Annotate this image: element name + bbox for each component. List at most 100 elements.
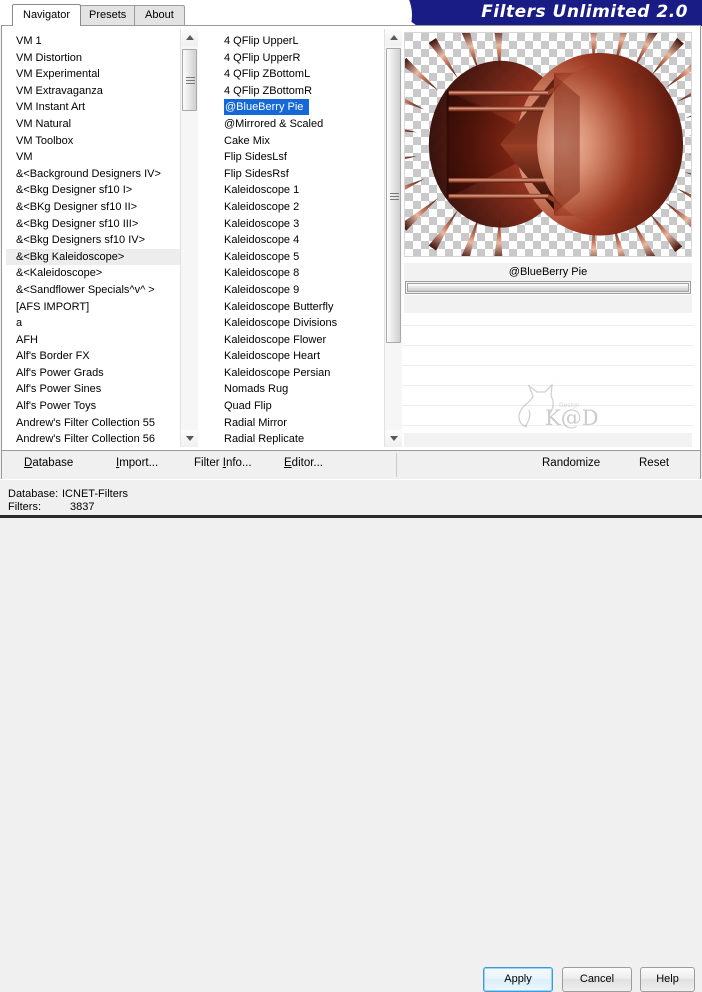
list-item[interactable]: Kaleidoscope Flower <box>214 332 384 349</box>
scroll-up-icon[interactable] <box>181 29 198 46</box>
command-bar-separator <box>396 453 397 477</box>
list-item[interactable]: Alf's Border FX <box>6 348 180 365</box>
app-title: Filters Unlimited 2.0 <box>481 2 688 22</box>
scroll-down-icon[interactable] <box>181 430 198 447</box>
preview-band <box>404 295 692 313</box>
tab-navigator[interactable]: Navigator <box>12 4 82 26</box>
preview-caption: @BlueBerry Pie <box>404 263 692 281</box>
list-item[interactable]: VM Natural <box>6 116 180 133</box>
database-command[interactable]: Database <box>24 457 73 469</box>
list-item[interactable]: Kaleidoscope 4 <box>214 232 384 249</box>
effect-list-scrollbar[interactable] <box>384 29 402 447</box>
filter-effect-list-items[interactable]: 4 QFlip UpperL 4 QFlip UpperR 4 QFlip ZBot… <box>214 29 384 447</box>
list-item[interactable]: Andrew's Filter Collection 55 <box>6 415 180 432</box>
watermark-subtext: Design <box>559 402 580 409</box>
command-bar: Database Import... Filter Info... Editor… <box>1 451 701 479</box>
preview-column: @BlueBerry Pie K@D Design <box>402 29 694 447</box>
list-item[interactable]: 4 QFlip UpperR <box>214 50 384 67</box>
divider <box>402 345 694 346</box>
list-item[interactable]: a <box>6 315 180 332</box>
list-item[interactable]: Kaleidoscope 3 <box>214 216 384 233</box>
randomize-command[interactable]: Randomize <box>542 457 600 469</box>
filter-preview-image[interactable] <box>404 32 692 257</box>
list-item[interactable]: Kaleidoscope 5 <box>214 249 384 266</box>
list-item[interactable]: Kaleidoscope 1 <box>214 182 384 199</box>
list-item[interactable]: &<BKg Designer sf10 II> <box>6 199 180 216</box>
list-item[interactable]: &<Bkg Designer sf10 III> <box>6 216 180 233</box>
list-item[interactable]: Kaleidoscope 8 <box>214 265 384 282</box>
list-item[interactable]: 4 QFlip ZBottomR <box>214 83 384 100</box>
divider <box>402 325 694 326</box>
list-item[interactable]: &<Background Designers IV> <box>6 166 180 183</box>
category-list-scrollbar[interactable] <box>180 29 198 447</box>
status-bar: Database: ICNET-Filters Filters: 3837 Ap… <box>0 479 702 992</box>
list-item[interactable]: VM Distortion <box>6 50 180 67</box>
apply-button[interactable]: Apply <box>483 967 553 992</box>
filter-category-list-items[interactable]: VM 1 VM Distortion VM Experimental VM Extra… <box>6 29 180 447</box>
list-item[interactable]: Radial Replicate <box>214 431 384 447</box>
list-item[interactable]: Alf's Power Toys <box>6 398 180 415</box>
list-item[interactable]: @BlueBerry Pie <box>214 99 384 116</box>
list-item[interactable]: &<Bkg Designer sf10 I> <box>6 182 180 199</box>
list-item[interactable]: VM <box>6 149 180 166</box>
kad-watermark-logo: K@D Design <box>518 383 599 430</box>
client-area: VM 1 VM Distortion VM Experimental VM Extra… <box>1 25 701 451</box>
effect-scroll-thumb[interactable] <box>386 48 401 343</box>
list-item[interactable]: Andrew's Filter Collection 56 <box>6 431 180 447</box>
list-item[interactable]: &<Bkg Kaleidoscope> <box>6 248 180 266</box>
list-item[interactable]: Kaleidoscope 2 <box>214 199 384 216</box>
list-item[interactable]: Nomads Rug <box>214 381 384 398</box>
list-item[interactable]: VM 1 <box>6 33 180 50</box>
list-item[interactable]: VM Toolbox <box>6 133 180 150</box>
tab-presets[interactable]: Presets <box>78 5 138 25</box>
preview-hscrollbar[interactable] <box>405 281 691 294</box>
list-item[interactable]: Radial Mirror <box>214 415 384 432</box>
list-item[interactable]: @Mirrored & Scaled <box>214 116 384 133</box>
cancel-button[interactable]: Cancel <box>562 967 632 992</box>
list-item[interactable]: Quad Flip <box>214 398 384 415</box>
help-button[interactable]: Help <box>640 967 695 992</box>
scroll-down-icon[interactable] <box>385 430 402 447</box>
list-item[interactable]: Kaleidoscope Persian <box>214 365 384 382</box>
list-item[interactable]: 4 QFlip UpperL <box>214 33 384 50</box>
preview-band-bottom <box>404 433 692 447</box>
tab-strip: Navigator Presets About <box>0 4 380 27</box>
list-item-selected[interactable]: @BlueBerry Pie <box>224 99 310 116</box>
scroll-grip-icon <box>390 192 399 200</box>
list-item[interactable]: Kaleidoscope Divisions <box>214 315 384 332</box>
filters-value: 3837 <box>70 501 95 513</box>
filters-unlimited-window: Filters Unlimited 2.0 Navigator Presets … <box>0 0 702 992</box>
list-item[interactable]: VM Extravaganza <box>6 83 180 100</box>
list-item[interactable]: Alf's Power Sines <box>6 381 180 398</box>
database-label: Database: <box>8 488 59 500</box>
list-item[interactable]: 4 QFlip ZBottomL <box>214 66 384 83</box>
scroll-up-icon[interactable] <box>385 29 402 46</box>
divider <box>402 365 694 366</box>
list-item[interactable]: Kaleidoscope Heart <box>214 348 384 365</box>
tab-about[interactable]: About <box>134 5 185 25</box>
filter-category-list[interactable]: VM 1 VM Distortion VM Experimental VM Extra… <box>6 29 198 447</box>
import-command[interactable]: Import... <box>116 457 158 469</box>
list-item[interactable]: Kaleidoscope Butterfly <box>214 299 384 316</box>
filter-info-command[interactable]: Filter Info... <box>194 457 252 469</box>
list-item[interactable]: Kaleidoscope 9 <box>214 282 384 299</box>
list-item[interactable]: [AFS IMPORT] <box>6 299 180 316</box>
filter-effect-list[interactable]: 4 QFlip UpperL 4 QFlip UpperR 4 QFlip ZBot… <box>214 29 402 447</box>
preview-hscroll-thumb[interactable] <box>407 283 689 292</box>
filters-label: Filters: <box>8 501 41 513</box>
preview-artwork <box>405 33 691 256</box>
list-item[interactable]: AFH <box>6 332 180 349</box>
list-item[interactable]: Alf's Power Grads <box>6 365 180 382</box>
database-value: ICNET-Filters <box>62 488 128 500</box>
reset-command[interactable]: Reset <box>639 457 669 469</box>
list-item[interactable]: Flip SidesRsf <box>214 166 384 183</box>
list-item[interactable]: &<Kaleidoscope> <box>6 265 180 282</box>
list-item[interactable]: Flip SidesLsf <box>214 149 384 166</box>
list-item[interactable]: &<Sandflower Specials^v^ > <box>6 282 180 299</box>
list-item[interactable]: VM Instant Art <box>6 99 180 116</box>
list-item[interactable]: &<Bkg Designers sf10 IV> <box>6 232 180 249</box>
list-item[interactable]: VM Experimental <box>6 66 180 83</box>
list-item[interactable]: Cake Mix <box>214 133 384 150</box>
category-scroll-thumb[interactable] <box>182 49 197 111</box>
editor-command[interactable]: Editor... <box>284 457 323 469</box>
